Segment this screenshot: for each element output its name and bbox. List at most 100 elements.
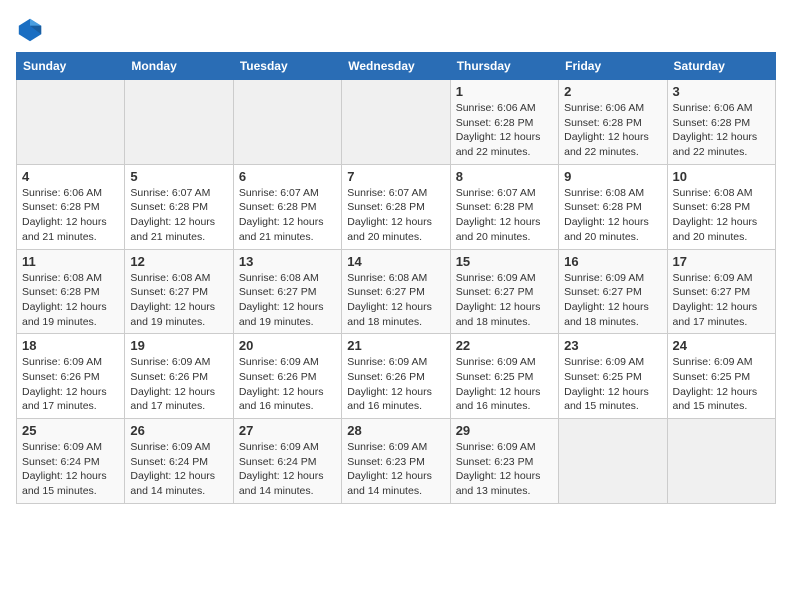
calendar-cell: 6 Sunrise: 6:07 AM Sunset: 6:28 PM Daylig…	[233, 164, 341, 249]
calendar-cell: 1 Sunrise: 6:06 AM Sunset: 6:28 PM Daylig…	[450, 80, 558, 165]
day-info: Sunrise: 6:09 AM Sunset: 6:24 PM Dayligh…	[239, 440, 336, 499]
day-number: 17	[673, 254, 770, 269]
day-number: 5	[130, 169, 227, 184]
day-number: 15	[456, 254, 553, 269]
day-number: 20	[239, 338, 336, 353]
day-header-tuesday: Tuesday	[233, 53, 341, 80]
day-info: Sunrise: 6:09 AM Sunset: 6:26 PM Dayligh…	[239, 355, 336, 414]
calendar-cell: 28 Sunrise: 6:09 AM Sunset: 6:23 PM Dayli…	[342, 419, 450, 504]
day-info: Sunrise: 6:07 AM Sunset: 6:28 PM Dayligh…	[347, 186, 444, 245]
calendar-cell: 9 Sunrise: 6:08 AM Sunset: 6:28 PM Daylig…	[559, 164, 667, 249]
calendar-cell: 7 Sunrise: 6:07 AM Sunset: 6:28 PM Daylig…	[342, 164, 450, 249]
day-info: Sunrise: 6:09 AM Sunset: 6:27 PM Dayligh…	[673, 271, 770, 330]
calendar-week-2: 4Sunrise: 6:06 AM Sunset: 6:28 PM Daylig…	[17, 164, 776, 249]
calendar-cell: 11Sunrise: 6:08 AM Sunset: 6:28 PM Dayli…	[17, 249, 125, 334]
day-info: Sunrise: 6:07 AM Sunset: 6:28 PM Dayligh…	[456, 186, 553, 245]
calendar-cell: 29Sunrise: 6:09 AM Sunset: 6:23 PM Dayli…	[450, 419, 558, 504]
day-info: Sunrise: 6:06 AM Sunset: 6:28 PM Dayligh…	[456, 101, 553, 160]
calendar-cell	[559, 419, 667, 504]
day-info: Sunrise: 6:08 AM Sunset: 6:28 PM Dayligh…	[673, 186, 770, 245]
calendar-cell	[17, 80, 125, 165]
calendar-week-3: 11Sunrise: 6:08 AM Sunset: 6:28 PM Dayli…	[17, 249, 776, 334]
calendar-cell: 21 Sunrise: 6:09 AM Sunset: 6:26 PM Dayli…	[342, 334, 450, 419]
calendar-cell	[125, 80, 233, 165]
day-number: 27	[239, 423, 336, 438]
calendar-cell: 12 Sunrise: 6:08 AM Sunset: 6:27 PM Dayli…	[125, 249, 233, 334]
day-number: 16	[564, 254, 661, 269]
day-number: 21	[347, 338, 444, 353]
day-number: 22	[456, 338, 553, 353]
day-info: Sunrise: 6:09 AM Sunset: 6:25 PM Dayligh…	[564, 355, 661, 414]
day-info: Sunrise: 6:09 AM Sunset: 6:27 PM Dayligh…	[456, 271, 553, 330]
calendar-cell: 13 Sunrise: 6:08 AM Sunset: 6:27 PM Dayli…	[233, 249, 341, 334]
calendar-cell: 16Sunrise: 6:09 AM Sunset: 6:27 PM Dayli…	[559, 249, 667, 334]
calendar-cell: 23 Sunrise: 6:09 AM Sunset: 6:25 PM Dayli…	[559, 334, 667, 419]
day-header-friday: Friday	[559, 53, 667, 80]
calendar-week-5: 25 Sunrise: 6:09 AM Sunset: 6:24 PM Dayli…	[17, 419, 776, 504]
day-info: Sunrise: 6:08 AM Sunset: 6:27 PM Dayligh…	[130, 271, 227, 330]
calendar-week-4: 18 Sunrise: 6:09 AM Sunset: 6:26 PM Dayli…	[17, 334, 776, 419]
day-header-monday: Monday	[125, 53, 233, 80]
day-header-thursday: Thursday	[450, 53, 558, 80]
calendar-cell: 2 Sunrise: 6:06 AM Sunset: 6:28 PM Daylig…	[559, 80, 667, 165]
day-number: 24	[673, 338, 770, 353]
day-number: 1	[456, 84, 553, 99]
day-number: 6	[239, 169, 336, 184]
day-info: Sunrise: 6:09 AM Sunset: 6:26 PM Dayligh…	[347, 355, 444, 414]
calendar-cell	[667, 419, 775, 504]
calendar-cell: 3 Sunrise: 6:06 AM Sunset: 6:28 PM Daylig…	[667, 80, 775, 165]
calendar-cell: 15 Sunrise: 6:09 AM Sunset: 6:27 PM Dayli…	[450, 249, 558, 334]
calendar-cell: 18 Sunrise: 6:09 AM Sunset: 6:26 PM Dayli…	[17, 334, 125, 419]
day-info: Sunrise: 6:09 AM Sunset: 6:23 PM Dayligh…	[456, 440, 553, 499]
calendar-cell	[342, 80, 450, 165]
day-info: Sunrise: 6:09 AM Sunset: 6:26 PM Dayligh…	[130, 355, 227, 414]
day-info: Sunrise: 6:07 AM Sunset: 6:28 PM Dayligh…	[130, 186, 227, 245]
day-info: Sunrise: 6:07 AM Sunset: 6:28 PM Dayligh…	[239, 186, 336, 245]
day-number: 12	[130, 254, 227, 269]
day-info: Sunrise: 6:06 AM Sunset: 6:28 PM Dayligh…	[564, 101, 661, 160]
calendar-cell: 22 Sunrise: 6:09 AM Sunset: 6:25 PM Dayli…	[450, 334, 558, 419]
day-number: 23	[564, 338, 661, 353]
logo-icon	[16, 16, 44, 44]
day-info: Sunrise: 6:09 AM Sunset: 6:24 PM Dayligh…	[22, 440, 119, 499]
calendar-header-row: SundayMondayTuesdayWednesdayThursdayFrid…	[17, 53, 776, 80]
day-number: 8	[456, 169, 553, 184]
day-number: 25	[22, 423, 119, 438]
day-number: 9	[564, 169, 661, 184]
calendar-cell: 24 Sunrise: 6:09 AM Sunset: 6:25 PM Dayli…	[667, 334, 775, 419]
calendar-cell: 17 Sunrise: 6:09 AM Sunset: 6:27 PM Dayli…	[667, 249, 775, 334]
day-number: 2	[564, 84, 661, 99]
calendar-cell: 10 Sunrise: 6:08 AM Sunset: 6:28 PM Dayli…	[667, 164, 775, 249]
day-number: 28	[347, 423, 444, 438]
day-header-sunday: Sunday	[17, 53, 125, 80]
day-info: Sunrise: 6:08 AM Sunset: 6:27 PM Dayligh…	[239, 271, 336, 330]
day-number: 3	[673, 84, 770, 99]
day-info: Sunrise: 6:09 AM Sunset: 6:25 PM Dayligh…	[456, 355, 553, 414]
day-info: Sunrise: 6:09 AM Sunset: 6:24 PM Dayligh…	[130, 440, 227, 499]
day-info: Sunrise: 6:09 AM Sunset: 6:25 PM Dayligh…	[673, 355, 770, 414]
day-info: Sunrise: 6:09 AM Sunset: 6:23 PM Dayligh…	[347, 440, 444, 499]
calendar-week-1: 1 Sunrise: 6:06 AM Sunset: 6:28 PM Daylig…	[17, 80, 776, 165]
calendar-cell: 26 Sunrise: 6:09 AM Sunset: 6:24 PM Dayli…	[125, 419, 233, 504]
day-number: 7	[347, 169, 444, 184]
day-number: 19	[130, 338, 227, 353]
calendar-cell: 8 Sunrise: 6:07 AM Sunset: 6:28 PM Daylig…	[450, 164, 558, 249]
day-number: 18	[22, 338, 119, 353]
calendar-cell: 20 Sunrise: 6:09 AM Sunset: 6:26 PM Dayli…	[233, 334, 341, 419]
calendar-cell: 5 Sunrise: 6:07 AM Sunset: 6:28 PM Daylig…	[125, 164, 233, 249]
day-header-saturday: Saturday	[667, 53, 775, 80]
day-number: 4	[22, 169, 119, 184]
day-number: 10	[673, 169, 770, 184]
day-info: Sunrise: 6:08 AM Sunset: 6:28 PM Dayligh…	[564, 186, 661, 245]
day-info: Sunrise: 6:06 AM Sunset: 6:28 PM Dayligh…	[673, 101, 770, 160]
calendar-table: SundayMondayTuesdayWednesdayThursdayFrid…	[16, 52, 776, 504]
header	[16, 16, 776, 44]
day-number: 26	[130, 423, 227, 438]
day-number: 11	[22, 254, 119, 269]
calendar-cell	[233, 80, 341, 165]
day-number: 14	[347, 254, 444, 269]
calendar-cell: 19 Sunrise: 6:09 AM Sunset: 6:26 PM Dayli…	[125, 334, 233, 419]
day-number: 13	[239, 254, 336, 269]
calendar-cell: 27 Sunrise: 6:09 AM Sunset: 6:24 PM Dayli…	[233, 419, 341, 504]
day-info: Sunrise: 6:09 AM Sunset: 6:26 PM Dayligh…	[22, 355, 119, 414]
